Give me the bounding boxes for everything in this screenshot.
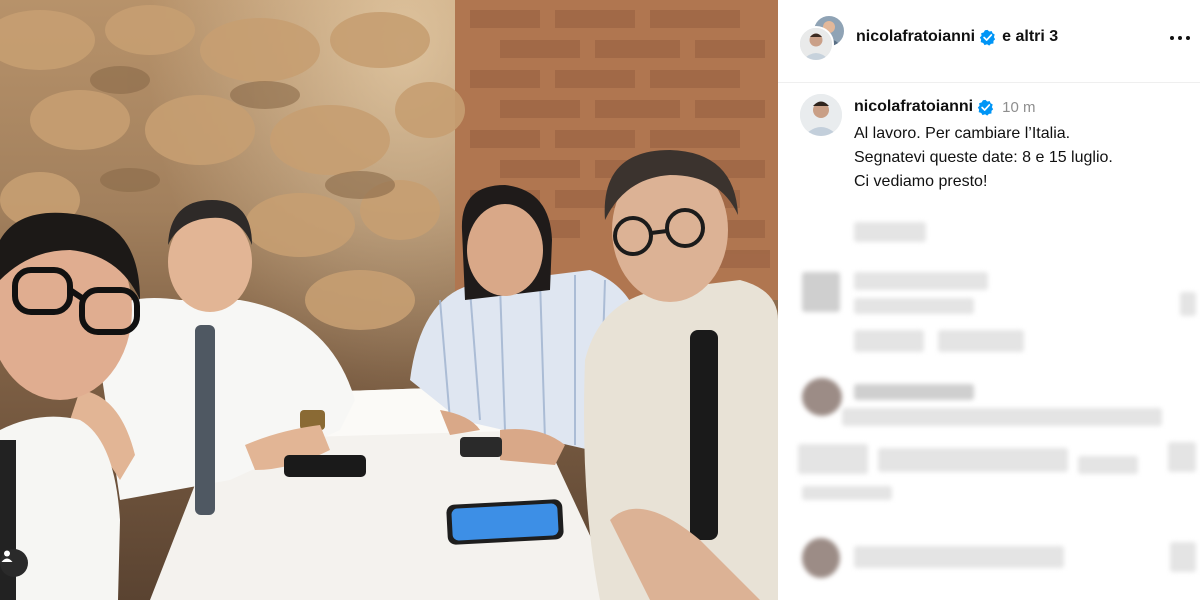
blurred-icon xyxy=(1168,442,1196,472)
blurred-text xyxy=(842,408,1162,426)
blurred-icon xyxy=(1180,292,1196,316)
user-tag-icon[interactable] xyxy=(0,549,28,577)
caption-timestamp: 10 m xyxy=(1002,98,1036,116)
blurred-text xyxy=(802,486,892,500)
blurred-text xyxy=(854,222,926,242)
blurred-avatar xyxy=(802,538,840,578)
phone-dark xyxy=(284,455,366,477)
phone-screen xyxy=(446,499,564,545)
caption-text: Al lavoro. Per cambiare l’Italia. Segnat… xyxy=(854,122,1194,194)
blurred-avatar xyxy=(802,272,840,312)
caption-username[interactable]: nicolafratoianni xyxy=(854,98,973,116)
verified-badge-icon xyxy=(979,29,996,46)
avatar[interactable] xyxy=(800,94,842,136)
verified-badge-icon xyxy=(977,99,994,116)
header-others[interactable]: e altri 3 xyxy=(1002,28,1058,46)
blurred-text xyxy=(854,384,974,400)
blurred-avatar xyxy=(802,378,842,416)
blurred-text xyxy=(854,298,974,314)
blurred-text xyxy=(1078,456,1138,474)
blurred-text xyxy=(938,330,1024,352)
blurred-icon xyxy=(1170,542,1196,572)
caption-line: Segnatevi queste date: 8 e 15 luglio. xyxy=(854,149,1113,166)
caption-line: Al lavoro. Per cambiare l’Italia. xyxy=(854,125,1071,142)
avatar xyxy=(798,26,834,62)
blurred-text xyxy=(854,272,988,290)
photo-illustration xyxy=(0,0,778,600)
post-header: nicolafratoianni e altri 3 xyxy=(778,0,1200,83)
collab-avatars[interactable] xyxy=(798,14,846,62)
post-photo[interactable] xyxy=(0,0,778,600)
blurred-text xyxy=(878,448,1068,472)
blurred-text xyxy=(854,330,924,352)
caption-line: Ci vediamo presto! xyxy=(854,173,988,190)
blurred-text xyxy=(854,546,1064,568)
header-username[interactable]: nicolafratoianni xyxy=(856,28,975,46)
post-sidebar: nicolafratoianni e altri 3 nicolafratoia… xyxy=(778,0,1200,600)
more-horizontal-icon[interactable] xyxy=(1170,28,1196,48)
caption-header: nicolafratoianni 10 m xyxy=(854,98,1035,116)
blurred-text xyxy=(798,444,868,474)
header-username-row[interactable]: nicolafratoianni e altri 3 xyxy=(856,28,1058,46)
